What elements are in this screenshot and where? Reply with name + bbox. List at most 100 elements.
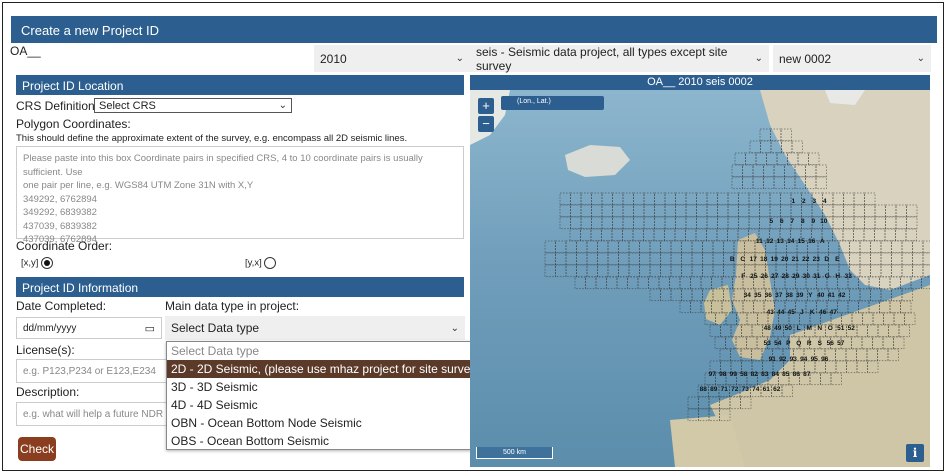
quadrant-label: 36 [765,292,773,299]
quadrant-label: 8 [801,218,805,225]
quadrant-label: 92 [779,356,787,363]
quadrant-label: K [810,309,815,316]
quadrant-label: 43 [767,309,775,316]
order-yx-label: [y,x] [245,257,262,269]
quadrant-label: 84 [772,371,780,378]
quadrant-label: O [828,325,833,332]
dropdown-option[interactable]: 4D - 4D Seismic [167,396,477,414]
new-number-select[interactable]: new 0002 ⌄ [773,45,931,72]
quadrant-label: B [730,256,735,263]
polygon-label: Polygon Coordinates: [16,117,131,131]
quadrant-label: 52 [848,325,856,332]
quadrant-label: F [741,273,745,280]
quadrant-label: 26 [761,273,769,280]
polygon-hint: This should define the approximate exten… [16,133,408,144]
quadrant-label: 42 [838,292,846,299]
quadrant-label: 51 [837,325,845,332]
date-placeholder: dd/mm/yyyy [23,322,77,334]
date-label: Date Completed: [16,299,107,313]
dropdown-option[interactable]: 3D - 3D Seismic [167,378,477,396]
map-panel[interactable]: 1 2 3 4 5 6 7 8 9 10 11 12 13 14 15 16 A B C 17 18 19 20 21 22 23… [470,75,930,467]
quadrant-label: 6 [780,218,784,225]
dropdown-option-selected[interactable]: 2D - 2D Seismic, (please use mhaz projec… [167,360,507,378]
quadrant-label: 9 [811,218,815,225]
quadrant-label: P [786,340,791,347]
quadrant-label: 47 [830,309,838,316]
crs-value: Select CRS [99,99,156,112]
quadrant-label: M [807,325,812,332]
year-select[interactable]: 2010 ⌄ [314,45,470,72]
quadrant-label: 30 [803,273,811,280]
quadrant-label: 41 [828,292,836,299]
zoom-in-button[interactable]: + [478,98,494,114]
order-xy-radio[interactable] [41,257,54,269]
quadrant-label: 27 [771,273,779,280]
quadrant-label: 45 [788,309,796,316]
placeholder-line: one pair per line, e.g. WGS84 UTM Zone 3… [23,180,254,191]
order-yx-option[interactable]: [y,x] [245,257,277,269]
quadrant-label: 21 [792,256,800,263]
crs-label: CRS Definition: [16,99,99,113]
data-type-select[interactable]: Select Data type ⌄ [165,316,465,340]
quadrant-label: J [800,309,804,316]
quadrant-label: 10 [820,218,828,225]
quadrant-label: 25 [750,273,758,280]
data-type-dropdown[interactable]: Select Data type 2D - 2D Seismic, (pleas… [166,341,507,450]
quadrant-label: 12 [766,238,774,245]
map-title: OA__ 2010 seis 0002 [470,75,930,90]
app-frame: Create a new Project ID OA__ 2010 ⌄ seis… [2,2,944,471]
quadrant-label: 91 [769,356,777,363]
coordinate-display: (Lon., Lat.) [501,96,604,110]
check-button[interactable]: Check [18,437,56,461]
quadrant-label: 13 [777,238,785,245]
quadrant-label: 35 [754,292,762,299]
quadrant-label: 88 [700,386,708,393]
quadrant-label: 39 [796,292,804,299]
quadrant-label: 28 [782,273,790,280]
quadrant-label: S [818,340,823,347]
quadrant-label: 94 [800,356,808,363]
dropdown-option[interactable]: Select Data type [167,342,477,360]
date-input[interactable]: dd/mm/yyyy ▭ [16,317,162,339]
new-number-value: new 0002 [779,51,832,66]
dropdown-option[interactable]: OBS - Ocean Bottom Seismic [167,432,477,450]
order-xy-option[interactable]: [x,y] [21,257,54,269]
license-input[interactable]: e.g. P123,P234 or E123,E234 [16,359,169,383]
project-type-select[interactable]: seis - Seismic data project, all types e… [470,44,769,73]
chevron-down-icon: ⌄ [278,100,287,111]
quadrant-label: 22 [802,256,810,263]
quadrant-label: 89 [710,386,718,393]
year-value: 2010 [320,51,347,66]
quadrant-label: 16 [808,238,816,245]
chevron-down-icon: ⌄ [754,53,763,64]
quadrant-label: 72 [731,386,739,393]
calendar-icon[interactable]: ▭ [145,322,155,335]
quadrant-label: 15 [798,238,806,245]
license-label: License(s): [16,343,75,357]
map-canvas[interactable]: 1 2 3 45 6 7 8 9 1011 12 13 14 15 16 AB C 17 18 19 20 21 22 23… [470,75,930,467]
quadrant-label: 17 [750,256,758,263]
quadrant-label: 99 [730,371,738,378]
order-yx-radio[interactable] [264,257,277,269]
quadrant-label: 38 [786,292,794,299]
quadrant-label: R [807,340,812,347]
quadrant-label: 29 [792,273,800,280]
description-placeholder: e.g. what will help a future NDR user [23,408,168,420]
quadrant-label: 49 [774,325,782,332]
dropdown-option[interactable]: OBN - Ocean Bottom Node Seismic [167,414,477,432]
description-label: Description: [16,385,80,399]
quadrant-label: 82 [751,371,759,378]
crs-select[interactable]: Select CRS ⌄ [94,98,292,113]
description-input[interactable]: e.g. what will help a future NDR user [16,402,169,426]
coordinate-order-label: Coordinate Order: [16,239,113,253]
project-type-value: seis - Seismic data project, all types e… [476,44,728,73]
quadrant-label: 31 [813,273,821,280]
zoom-out-button[interactable]: − [478,116,494,132]
quadrant-label: 86 [793,371,801,378]
quadrant-label: 61 [763,386,771,393]
info-button[interactable]: i [906,444,924,462]
quadrant-label: 53 [764,340,772,347]
quadrant-label: 62 [773,386,781,393]
polygon-coordinates-textarea[interactable]: Please paste into this box Coordinate pa… [16,146,464,245]
quadrant-label: D [824,256,829,263]
